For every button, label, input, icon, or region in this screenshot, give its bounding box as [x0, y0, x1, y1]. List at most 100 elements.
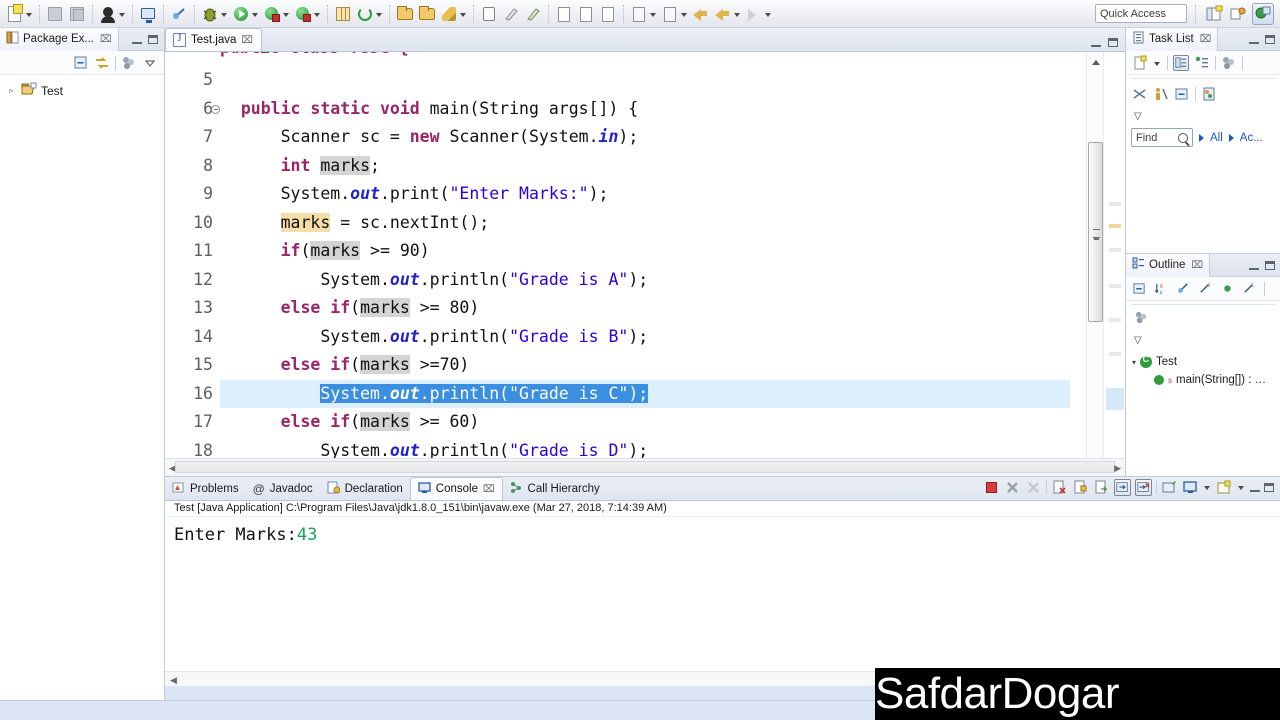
scroll-left-arrow-icon[interactable]: ◀ [170, 675, 177, 686]
toolbar-next-nav-button[interactable] [743, 2, 774, 26]
toolbar-open-console-button[interactable] [137, 2, 159, 26]
editor-horizontal-scrollbar[interactable]: ◀ ▶ [165, 458, 1125, 474]
tab-package-explorer[interactable]: Package Ex... ⌧ [0, 27, 119, 51]
toolbar-debug-button[interactable] [199, 2, 230, 26]
search-input[interactable]: Find [1131, 128, 1193, 147]
collapse-all-icon[interactable] [73, 55, 89, 71]
toolbar-back-button[interactable] [690, 2, 712, 26]
synchronize-changed-icon[interactable] [1132, 86, 1148, 102]
minimize-icon[interactable] [1091, 38, 1101, 47]
scroll-up-arrow-icon[interactable] [1087, 54, 1104, 70]
filter-activate-link[interactable]: Ac... [1240, 132, 1263, 144]
toolbar-open-task-button[interactable] [416, 2, 438, 26]
restore-tasks-icon[interactable] [1201, 86, 1217, 102]
tab-problems[interactable]: Problems [165, 478, 246, 500]
hide-fields-icon[interactable] [1176, 281, 1192, 297]
code-line[interactable]: Scanner sc = new Scanner(System.in); [220, 123, 1070, 152]
tab-outline[interactable]: Outline ⌧ [1126, 253, 1210, 277]
toolbar-last-edit-button[interactable] [553, 2, 575, 26]
chevron-down-icon[interactable]: ▽ [1134, 335, 1142, 346]
toolbar-skip-breakpoints-button[interactable] [168, 2, 190, 26]
remove-launch-icon[interactable] [1004, 479, 1021, 496]
link-with-editor-icon[interactable] [94, 55, 110, 71]
filter-all-arrow-icon[interactable] [1199, 133, 1204, 142]
sort-alphabetically-icon[interactable]: az [1154, 281, 1170, 297]
minimize-icon[interactable] [132, 35, 142, 44]
hide-static-icon[interactable]: s [1198, 281, 1214, 297]
code-line[interactable]: System.out.println("Grade is A"); [220, 266, 1070, 295]
overview-marker[interactable] [1109, 202, 1121, 206]
toolbar-pin-button[interactable] [478, 2, 500, 26]
code-line[interactable]: if(marks >= 90) [220, 237, 1070, 266]
categorized-view-icon[interactable] [1173, 54, 1189, 71]
overview-marker[interactable] [1109, 248, 1121, 252]
code-line[interactable]: int marks; [220, 152, 1070, 181]
toolbar-prev-member-button[interactable] [659, 2, 690, 26]
toolbar-mark-occurrences-button[interactable] [522, 2, 544, 26]
scroll-right-arrow-icon[interactable]: ▶ [1114, 463, 1121, 474]
toolbar-save-button[interactable] [44, 2, 66, 26]
code-line[interactable] [220, 66, 1070, 95]
view-menu-filter-icon[interactable] [121, 55, 137, 71]
close-icon[interactable]: ⌧ [100, 34, 112, 45]
toolbar-marker-button[interactable] [500, 2, 522, 26]
maximize-icon[interactable] [1265, 34, 1275, 44]
minimize-icon[interactable] [1249, 261, 1259, 270]
refresh-dropdown-arrow[interactable] [375, 4, 384, 24]
task-list-view-menu[interactable]: ▽ [1126, 106, 1280, 124]
overview-marker[interactable] [1109, 284, 1121, 288]
display-selected-console-icon[interactable] [1182, 479, 1199, 496]
code-line[interactable]: System.out.print("Enter Marks:"); [220, 180, 1070, 209]
toolbar-new-file-button[interactable] [4, 2, 35, 26]
open-console-icon[interactable] [1216, 479, 1233, 496]
coverage-dropdown-arrow[interactable] [313, 4, 322, 24]
next-nav-dropdown-arrow[interactable] [764, 4, 773, 24]
close-icon[interactable]: ⌧ [241, 35, 253, 46]
overview-marker[interactable] [1109, 318, 1121, 322]
new-file-dropdown-arrow[interactable] [25, 4, 34, 24]
maximize-icon[interactable] [1265, 260, 1275, 270]
forward-dropdown-arrow[interactable] [733, 4, 742, 24]
close-icon[interactable]: ⌧ [1200, 34, 1212, 45]
code-line[interactable]: public static void main(String args[]) { [220, 95, 1070, 124]
word-wrap-icon[interactable] [1093, 479, 1110, 496]
outline-item-test-class[interactable]: ▾ Test [1126, 353, 1280, 371]
collapse-all-icon[interactable] [1174, 86, 1190, 102]
toolbar-run-button[interactable] [230, 2, 261, 26]
toolbar-new-package-button[interactable] [332, 2, 354, 26]
clear-console-icon[interactable] [1051, 479, 1068, 496]
code-line[interactable]: else if(marks >= 60) [220, 408, 1070, 437]
toolbar-run-external-button[interactable] [261, 2, 292, 26]
outline-item-main-method[interactable]: s main(String[]) : … [1126, 371, 1280, 389]
tree-item-test-project[interactable]: ▹ Test [6, 81, 164, 100]
toolbar-coverage-button[interactable] [292, 2, 323, 26]
minimize-icon[interactable] [1249, 35, 1259, 44]
pin-console-icon[interactable] [1161, 479, 1178, 496]
terminate-icon[interactable] [983, 479, 1000, 496]
hide-local-types-icon[interactable]: L [1242, 281, 1258, 297]
code-line[interactable]: System.out.println("Grade is C"); [220, 379, 1070, 408]
perspective-java-icon[interactable] [1228, 4, 1248, 24]
hide-non-public-icon[interactable] [1220, 281, 1236, 297]
code-line[interactable]: System.out.println("Grade is B"); [220, 323, 1070, 352]
code-area[interactable]: public static void main(String args[]) {… [220, 52, 1070, 474]
tab-task-list[interactable]: Task List ⌧ [1126, 27, 1219, 51]
focus-on-workweek-icon[interactable] [1221, 55, 1237, 71]
tab-test-java[interactable]: Test.java ⌧ [165, 28, 262, 51]
maximize-icon[interactable] [148, 34, 158, 44]
overview-ruler[interactable] [1103, 52, 1125, 474]
toolbar-save-all-button[interactable] [66, 2, 88, 26]
new-task-dropdown-arrow[interactable] [1153, 53, 1162, 73]
tab-declaration[interactable]: Declaration [320, 478, 410, 500]
magnifier-icon[interactable] [1178, 132, 1188, 143]
expander-icon[interactable]: ▾ [1132, 358, 1136, 367]
tab-call-hierarchy[interactable]: Call Hierarchy [503, 478, 607, 500]
open-console-dropdown-arrow[interactable] [1237, 477, 1246, 497]
show-only-my-tasks-icon[interactable] [1153, 86, 1169, 102]
toolbar-refresh-button[interactable] [354, 2, 385, 26]
toolbar-forward-button[interactable] [712, 2, 743, 26]
view-menu-icon[interactable] [142, 55, 158, 71]
code-line[interactable]: else if(marks >= 80) [220, 294, 1070, 323]
debug-dropdown-arrow[interactable] [220, 4, 229, 24]
scheduled-view-icon[interactable] [1194, 55, 1210, 71]
